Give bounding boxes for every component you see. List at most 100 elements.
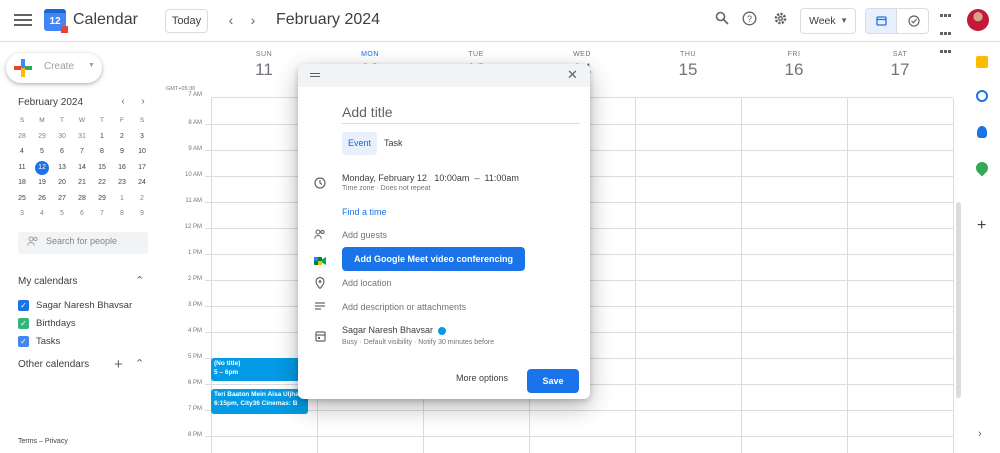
mini-day[interactable]: 17 <box>132 160 152 176</box>
mini-day[interactable]: 14 <box>72 160 92 176</box>
event-start-time[interactable]: 10:00am <box>434 173 469 183</box>
event-movie[interactable]: Teri Baaton Mein Aisa Uljha Jiya 6:15pm,… <box>211 389 308 414</box>
mini-day[interactable]: 3 <box>132 129 152 145</box>
mini-day[interactable]: 24 <box>132 175 152 191</box>
help-icon[interactable]: ? <box>739 11 759 31</box>
mini-day[interactable]: 8 <box>92 144 112 160</box>
event-end-time[interactable]: 11:00am <box>484 173 518 183</box>
terms-link[interactable]: Terms <box>18 438 37 445</box>
mini-day[interactable]: 30 <box>52 129 72 145</box>
mini-day[interactable]: 27 <box>52 191 72 207</box>
mini-day[interactable]: 31 <box>72 129 92 145</box>
mini-day[interactable]: 6 <box>52 144 72 160</box>
next-week-icon[interactable]: › <box>245 11 261 29</box>
mini-day[interactable]: 20 <box>52 175 72 191</box>
checkbox-icon[interactable]: ✓ <box>18 335 29 347</box>
find-time-link[interactable]: Find a time <box>342 207 387 217</box>
settings-icon[interactable] <box>770 11 790 31</box>
today-button[interactable]: Today <box>165 9 208 33</box>
checkbox-icon[interactable]: ✓ <box>18 317 29 329</box>
chevron-up-icon[interactable]: ⌃ <box>135 274 144 287</box>
mini-day[interactable]: 4 <box>32 206 52 222</box>
drag-handle-icon[interactable] <box>310 73 320 79</box>
mini-day[interactable]: 2 <box>112 129 132 145</box>
mini-day[interactable]: 10 <box>132 144 152 160</box>
time-sub-info[interactable]: Time zone · Does not repeat <box>342 185 430 192</box>
mini-day[interactable]: 9 <box>112 144 132 160</box>
tab-task[interactable]: Task <box>384 132 403 155</box>
chevron-right-icon[interactable]: › <box>978 428 982 440</box>
mini-day[interactable]: 9 <box>132 206 152 222</box>
mini-day[interactable]: 11 <box>12 160 32 176</box>
add-description-field[interactable]: Add description or attachments <box>342 302 466 312</box>
mini-day[interactable]: 28 <box>72 191 92 207</box>
mini-day[interactable]: 18 <box>12 175 32 191</box>
privacy-link[interactable]: Privacy <box>45 438 68 445</box>
mini-day[interactable]: 22 <box>92 175 112 191</box>
search-people-field[interactable] <box>18 232 148 254</box>
dialog-drag-bar[interactable]: ✕ <box>298 64 590 87</box>
mini-day[interactable]: 12 <box>32 160 52 176</box>
mini-day[interactable]: 4 <box>12 144 32 160</box>
calendar-item-birthdays[interactable]: ✓ Birthdays <box>18 316 76 330</box>
mini-day[interactable]: 7 <box>92 206 112 222</box>
day-number[interactable]: 15 <box>635 60 741 80</box>
mini-day[interactable]: 16 <box>112 160 132 176</box>
add-icon[interactable]: + <box>114 356 123 373</box>
close-icon[interactable]: ✕ <box>567 67 578 83</box>
add-guests-field[interactable]: Add guests <box>342 230 387 240</box>
tasks-icon[interactable] <box>976 90 988 102</box>
mini-day[interactable]: 23 <box>112 175 132 191</box>
maps-icon[interactable] <box>973 159 991 177</box>
mini-next-month-icon[interactable]: › <box>137 96 149 107</box>
save-button[interactable]: Save <box>527 369 579 393</box>
calendar-view-icon[interactable] <box>866 9 897 33</box>
event-calendar-select[interactable]: Sagar Naresh Bhavsar <box>342 325 447 335</box>
mini-day[interactable]: 6 <box>72 206 92 222</box>
add-icon[interactable]: + <box>977 217 986 235</box>
mini-day[interactable]: 15 <box>92 160 112 176</box>
search-people-input[interactable] <box>46 236 142 246</box>
event-no-title[interactable]: (No title) 5 – 6pm <box>211 358 305 381</box>
add-google-meet-button[interactable]: Add Google Meet video conferencing <box>342 247 525 271</box>
event-title-input[interactable] <box>342 100 580 124</box>
keep-icon[interactable] <box>976 56 988 68</box>
view-select-button[interactable]: Week ▼ <box>800 8 856 34</box>
event-datetime[interactable]: Monday, February 12 10:00am – 11:00am <box>342 173 519 183</box>
mini-day[interactable]: 8 <box>112 206 132 222</box>
tab-event[interactable]: Event <box>342 132 377 155</box>
mini-day[interactable]: 28 <box>12 129 32 145</box>
menu-icon[interactable] <box>14 11 32 29</box>
contacts-icon[interactable] <box>977 126 987 138</box>
mini-day[interactable]: 7 <box>72 144 92 160</box>
calendar-item-sagar[interactable]: ✓ Sagar Naresh Bhavsar <box>18 298 132 312</box>
day-header[interactable]: THU 15 <box>635 51 741 80</box>
create-button[interactable]: Create ▼ <box>6 53 102 83</box>
scrollbar[interactable] <box>956 202 961 398</box>
mini-day[interactable]: 1 <box>92 129 112 145</box>
mini-day[interactable]: 5 <box>32 144 52 160</box>
mini-day[interactable]: 13 <box>52 160 72 176</box>
mini-prev-month-icon[interactable]: ‹ <box>117 96 129 107</box>
day-header[interactable]: SAT 17 <box>847 51 953 80</box>
mini-day[interactable]: 29 <box>32 129 52 145</box>
day-header[interactable]: FRI 16 <box>741 51 847 80</box>
day-number[interactable]: 16 <box>741 60 847 80</box>
mini-day[interactable]: 3 <box>12 206 32 222</box>
search-icon[interactable] <box>712 11 732 31</box>
mini-day[interactable]: 2 <box>132 191 152 207</box>
mini-day[interactable]: 5 <box>52 206 72 222</box>
more-options-button[interactable]: More options <box>456 373 508 383</box>
calendar-sub-info[interactable]: Busy · Default visibility · Notify 30 mi… <box>342 339 494 346</box>
previous-week-icon[interactable]: ‹ <box>223 11 239 29</box>
day-number[interactable]: 17 <box>847 60 953 80</box>
mini-day[interactable]: 21 <box>72 175 92 191</box>
avatar[interactable] <box>967 9 989 31</box>
calendar-item-tasks[interactable]: ✓ Tasks <box>18 334 60 348</box>
mini-day[interactable]: 29 <box>92 191 112 207</box>
mini-day[interactable]: 25 <box>12 191 32 207</box>
mini-day[interactable]: 1 <box>112 191 132 207</box>
checkbox-icon[interactable]: ✓ <box>18 299 29 311</box>
add-location-field[interactable]: Add location <box>342 278 392 288</box>
apps-icon[interactable] <box>940 14 953 53</box>
